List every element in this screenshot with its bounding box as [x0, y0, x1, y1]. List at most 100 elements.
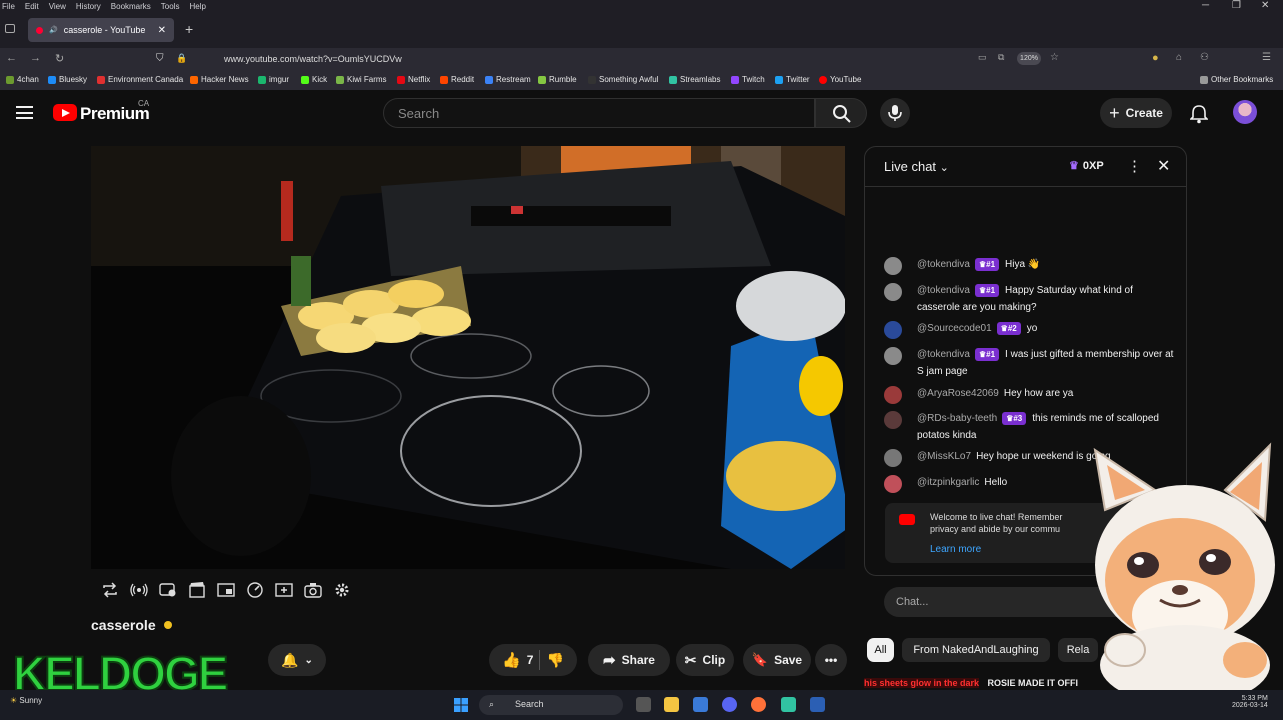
menu-edit[interactable]: Edit: [25, 2, 39, 11]
video-player[interactable]: [91, 146, 845, 569]
chat-username[interactable]: @AryaRose42069: [917, 388, 999, 399]
taskbar-search[interactable]: ⌕ Search: [479, 695, 623, 715]
windows-start-icon[interactable]: [454, 698, 468, 712]
chat-username[interactable]: @itzpinkgarlic: [917, 477, 979, 488]
bookmark-rumble[interactable]: Rumble: [538, 75, 577, 84]
notifications-bell-icon[interactable]: [1190, 104, 1208, 124]
menu-help[interactable]: Help: [189, 2, 205, 11]
reader-view-icon[interactable]: ▭: [978, 52, 987, 63]
window-close-icon[interactable]: ✕: [1261, 0, 1269, 11]
tab-overview-icon[interactable]: [5, 24, 15, 33]
bookmark-kick[interactable]: Kick: [301, 75, 327, 84]
user-avatar[interactable]: [884, 475, 902, 493]
user-avatar[interactable]: [884, 386, 902, 404]
user-avatar[interactable]: [884, 257, 902, 275]
word-icon[interactable]: [810, 697, 825, 712]
system-clock[interactable]: 5:33 PM 2026-03-14: [1232, 695, 1268, 709]
chat-mode-selector[interactable]: Live chat ⌄: [884, 159, 949, 174]
new-tab-icon[interactable]: +: [185, 21, 193, 37]
bookmark-reddit[interactable]: Reddit: [440, 75, 474, 84]
menu-bookmarks[interactable]: Bookmarks: [111, 2, 151, 11]
zoom-level[interactable]: 120%: [1017, 52, 1041, 65]
url-bar[interactable]: ⛉ 🔒 www.youtube.com/watch?v=OumlsYUCDVw: [150, 50, 1070, 68]
minimize-icon[interactable]: ─: [1202, 0, 1209, 11]
bookmark-bluesky[interactable]: Bluesky: [48, 75, 87, 84]
menu-tools[interactable]: Tools: [161, 2, 180, 11]
guide-menu-icon[interactable]: [16, 106, 33, 119]
back-icon[interactable]: ←: [6, 52, 17, 64]
chat-username[interactable]: @MissKLo7: [917, 451, 971, 462]
bookmark-environment-canada[interactable]: Environment Canada: [97, 75, 183, 84]
picture-in-picture-icon[interactable]: [217, 581, 235, 599]
lock-icon[interactable]: 🔒: [176, 53, 187, 64]
loop-icon[interactable]: [101, 581, 119, 599]
chat-username[interactable]: @tokendiva: [917, 285, 970, 296]
chip-all[interactable]: All: [867, 638, 894, 662]
bookmark-restream[interactable]: Restream: [485, 75, 531, 84]
bookmark-star-icon[interactable]: ☆: [1050, 52, 1059, 63]
chat-username[interactable]: @tokendiva: [917, 349, 970, 360]
user-avatar[interactable]: [884, 411, 902, 429]
chat-username[interactable]: @Sourcecode01: [917, 323, 992, 334]
tab-close-icon[interactable]: ✕: [158, 25, 166, 36]
menu-view[interactable]: View: [49, 2, 66, 11]
bookmark-hacker-news[interactable]: Hacker News: [190, 75, 249, 84]
bookmark-youtube[interactable]: YouTube: [819, 75, 861, 84]
menu-history[interactable]: History: [76, 2, 101, 11]
browser-tab-active[interactable]: 🔊 casserole - YouTube ✕: [28, 18, 174, 42]
share-button[interactable]: ➦ Share: [588, 644, 670, 676]
bookmark-4chan[interactable]: 4chan: [6, 75, 39, 84]
audio-playing-icon[interactable]: 🔊: [49, 26, 58, 34]
xp-badge[interactable]: ♛ 0XP: [1069, 159, 1104, 173]
youtube-logo-icon[interactable]: [53, 104, 77, 121]
user-avatar[interactable]: [884, 347, 902, 365]
clip-button[interactable]: ✂ Clip: [676, 644, 734, 676]
notification-bell-button[interactable]: 🔔 ⌄: [268, 644, 326, 676]
extension-icon[interactable]: ●: [1152, 52, 1159, 64]
user-avatar[interactable]: [884, 283, 902, 301]
other-bookmarks[interactable]: Other Bookmarks: [1200, 75, 1273, 84]
chat-more-icon[interactable]: ⋮: [1127, 157, 1142, 175]
screenshot-icon[interactable]: ⧉: [998, 52, 1004, 63]
firefox-icon[interactable]: [751, 697, 766, 712]
user-avatar[interactable]: [884, 321, 902, 339]
bookmark-imgur[interactable]: imgur: [258, 75, 289, 84]
clapperboard-icon[interactable]: [188, 581, 206, 599]
learn-more-link[interactable]: Learn more: [930, 544, 981, 555]
account-avatar[interactable]: [1233, 100, 1257, 124]
thumbs-down-icon[interactable]: 👎: [546, 652, 563, 669]
copilot-icon[interactable]: [693, 697, 708, 712]
like-button[interactable]: 👍 7: [502, 651, 533, 669]
menu-file[interactable]: File: [2, 2, 15, 11]
chat-username[interactable]: @RDs-baby-teeth: [917, 413, 997, 424]
more-actions-button[interactable]: •••: [815, 644, 847, 676]
reload-icon[interactable]: ↻: [55, 52, 64, 65]
screen-record-icon[interactable]: [159, 581, 177, 599]
streamlabs-icon[interactable]: [781, 697, 796, 712]
add-to-screen-icon[interactable]: [275, 581, 293, 599]
forward-icon[interactable]: →: [30, 52, 41, 64]
chip-from-channel[interactable]: From NakedAndLaughing: [902, 638, 1050, 662]
discord-icon[interactable]: [722, 697, 737, 712]
chat-username[interactable]: @tokendiva: [917, 259, 970, 270]
bookmark-something-awful[interactable]: Something Awful: [588, 75, 658, 84]
bookmark-netflix[interactable]: Netflix: [397, 75, 430, 84]
app-menu-icon[interactable]: ☰: [1262, 52, 1271, 63]
user-avatar[interactable]: [884, 449, 902, 467]
task-view-icon[interactable]: [636, 697, 651, 712]
bookmark-kiwi-farms[interactable]: Kiwi Farms: [336, 75, 387, 84]
bookmark-streamlabs[interactable]: Streamlabs: [669, 75, 720, 84]
bookmark-twitter[interactable]: Twitter: [775, 75, 810, 84]
extensions-puzzle-icon[interactable]: ⌂: [1176, 52, 1182, 63]
weather-widget[interactable]: ☀ Sunny: [10, 696, 42, 705]
bookmark-twitch[interactable]: Twitch: [731, 75, 765, 84]
shield-icon[interactable]: ⛉: [156, 53, 164, 64]
search-input[interactable]: Search: [383, 98, 815, 128]
save-button[interactable]: 🔖 Save: [743, 644, 811, 676]
broadcast-icon[interactable]: [130, 581, 148, 599]
account-icon[interactable]: ⚇: [1200, 52, 1209, 63]
file-explorer-icon[interactable]: [664, 697, 679, 712]
camera-icon[interactable]: [304, 581, 322, 599]
maximize-icon[interactable]: ❐: [1232, 0, 1241, 11]
settings-gear-icon[interactable]: [333, 581, 351, 599]
